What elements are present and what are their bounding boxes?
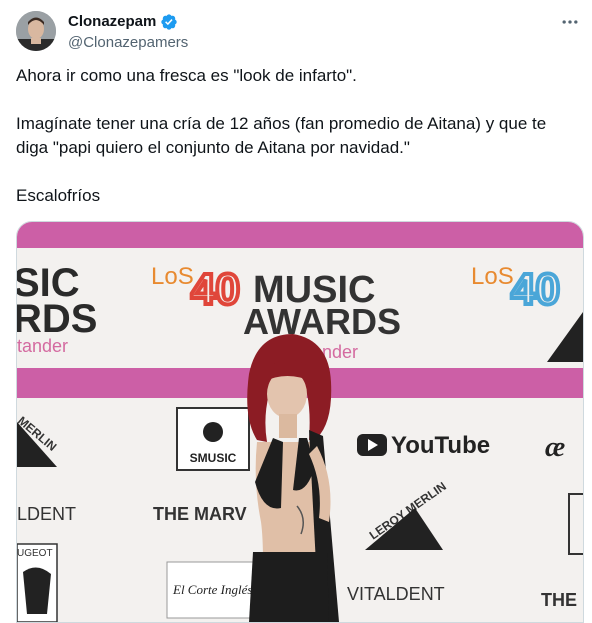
vitaldent-left-text: LDENT [17,504,76,524]
tweet-paragraph: Escalofríos [16,186,101,205]
peugeot-text: UGEOT [17,548,53,559]
person-figure [247,334,339,622]
youtube-text: YouTube [391,432,490,459]
avatar-image [16,11,56,51]
los40-center-text: LoS [151,263,194,290]
ae-logo-text: æ [545,432,565,463]
verified-badge-icon [160,13,178,31]
red-carpet-photo: SIC RDS tander LoS 40 MUSIC AWARDS tande… [17,222,583,622]
awards-left-text: RDS [17,297,97,341]
forty-logo-center: 40 [191,265,240,314]
more-horizontal-icon [562,20,578,24]
tweet-paragraph: Imagínate tener una cría de 12 años (fan… [16,114,547,157]
vitaldent-right-text: VITALDENT [347,584,445,604]
tweet-paragraph: Ahora ir como una fresca es "look de inf… [16,66,357,85]
more-options-button[interactable] [558,10,582,34]
los40-right-text: LoS [471,263,514,290]
the-marvel-text: THE MARV [153,504,247,524]
the-right-text: THE [541,590,577,610]
tander-left-text: tander [17,336,68,356]
author-avatar[interactable] [16,11,56,51]
forty-logo-right: 40 [511,265,560,314]
corte-ingles-text: El Corte Inglés [172,582,252,597]
tweet-text: Ahora ir como una fresca es "look de inf… [16,64,572,208]
author-display-name[interactable]: Clonazepam [68,12,156,31]
top-pink-band [17,222,583,248]
smusic-text: SMUSIC [190,451,237,465]
tweet-media-photo[interactable]: SIC RDS tander LoS 40 MUSIC AWARDS tande… [16,221,584,623]
awards-center-text: AWARDS [243,301,401,342]
tweet-header: Clonazepam @Clonazepamers [68,12,188,52]
author-handle[interactable]: @Clonazepamers [68,33,188,52]
